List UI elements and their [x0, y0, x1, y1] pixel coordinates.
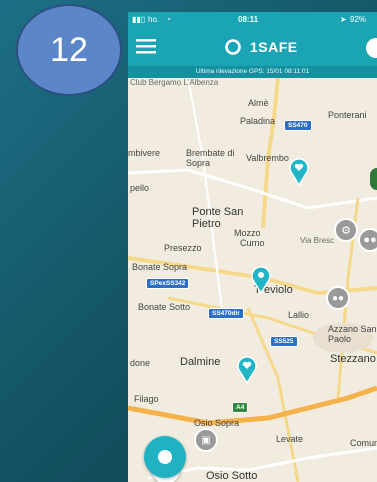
- profile-button[interactable]: [366, 38, 377, 58]
- place-label: Comun: [350, 438, 377, 448]
- carrier-name: ho.: [148, 15, 160, 24]
- green-pin-icon[interactable]: [370, 168, 377, 190]
- road-shield: SS525: [270, 336, 298, 347]
- place-label: Ponterani: [328, 110, 367, 120]
- place-label: Filago: [134, 394, 159, 404]
- signal-icon: ▮▮▯: [132, 15, 146, 24]
- road-shield: SPexSS342: [146, 278, 190, 289]
- place-label: Lallio: [288, 310, 310, 320]
- step-number-badge: 12: [16, 4, 122, 96]
- phone-screen: ▮▮▯ ho. ◔ 08:11 ➤ 92% 1SAFE Ultima rilev…: [128, 12, 377, 482]
- place-label: Club Bergamo L'Albenza: [130, 78, 219, 87]
- location-dot-icon: [158, 450, 172, 464]
- gps-last-update: Ultima rilevazione GPS: 15/01 08:11:01: [128, 66, 377, 78]
- place-label: Paladina: [240, 116, 276, 126]
- place-label: Osio Sotto: [206, 470, 258, 482]
- place-label: Valbrembo: [246, 153, 289, 163]
- brand-logo-icon: [225, 39, 241, 55]
- place-label: pello: [130, 183, 150, 193]
- place-label: mbivere: [128, 148, 161, 158]
- road-shield: SS470dir: [208, 308, 244, 319]
- place-label: Curno: [240, 238, 265, 248]
- person-pin-icon[interactable]: [236, 354, 258, 384]
- place-label: Brembate di Sopra: [186, 148, 235, 168]
- wifi-icon: ◔: [166, 15, 171, 24]
- road-name: Via Bresc: [300, 236, 335, 245]
- road-shield: A4: [232, 402, 249, 413]
- place-label: Almè: [248, 98, 269, 108]
- battery-level: 92%: [350, 15, 367, 24]
- place-label: Presezzo: [164, 243, 202, 253]
- status-time: 08:11: [238, 15, 259, 24]
- place-label: Bonate Sopra: [132, 262, 188, 272]
- group-poi-icon[interactable]: ●●: [358, 228, 377, 252]
- ambulance-poi-icon[interactable]: ▣: [194, 428, 218, 452]
- map-view[interactable]: Club Bergamo L'Albenza Almè Paladina Pon…: [128, 78, 377, 482]
- center-location-button[interactable]: [144, 436, 186, 478]
- location-arrow-icon: ➤: [340, 15, 347, 24]
- place-label: Osio Sopra: [194, 418, 240, 428]
- group-poi-icon[interactable]: ●●: [326, 286, 350, 310]
- place-label: done: [130, 358, 151, 368]
- place-label: Stezzano: [330, 353, 376, 365]
- place-label: Ponte San Pietro: [192, 206, 244, 230]
- service-poi-icon[interactable]: ⚙: [334, 218, 358, 242]
- status-bar: ▮▮▯ ho. ◔ 08:11 ➤ 92%: [128, 12, 377, 28]
- place-label: Dalmine: [180, 356, 221, 368]
- person-pin-icon[interactable]: [288, 156, 310, 186]
- road-shield: SS470: [284, 120, 312, 131]
- place-label: Bonate Sotto: [138, 302, 191, 312]
- place-label: Mozzo: [234, 228, 261, 238]
- step-number: 12: [50, 30, 88, 69]
- hamburger-menu-icon[interactable]: [136, 38, 156, 54]
- place-label: Azzano San Paolo: [328, 324, 377, 344]
- app-header: 1SAFE: [128, 28, 377, 66]
- place-label: Levate: [276, 434, 304, 444]
- person-pin-icon[interactable]: [250, 264, 272, 294]
- brand-name: 1SAFE: [250, 39, 298, 55]
